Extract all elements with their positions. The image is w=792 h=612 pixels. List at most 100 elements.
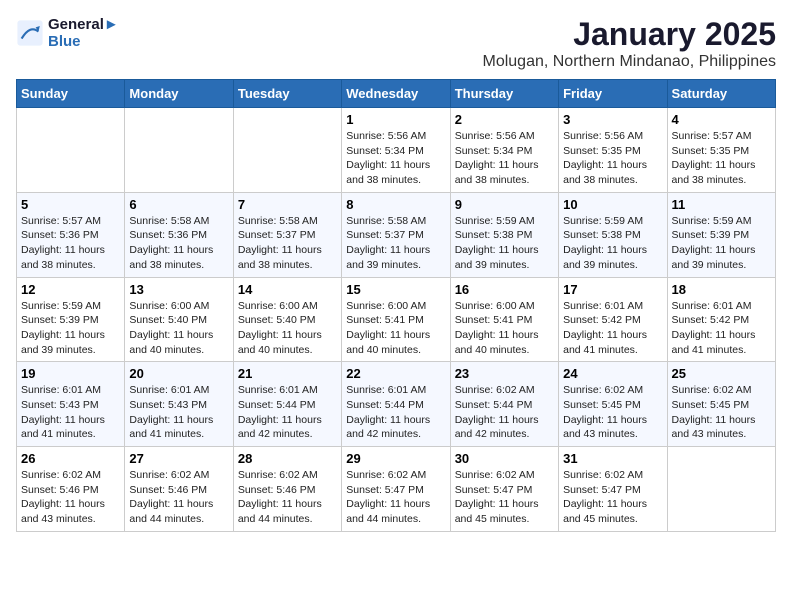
sunrise-info: Sunrise: 6:00 AM	[346, 299, 445, 314]
sunset-info: Sunset: 5:40 PM	[238, 313, 337, 328]
daylight-info: Daylight: 11 hours and 38 minutes.	[455, 158, 554, 187]
sunrise-info: Sunrise: 6:02 AM	[455, 383, 554, 398]
sunrise-info: Sunrise: 6:02 AM	[346, 468, 445, 483]
day-number: 22	[346, 366, 445, 381]
sunset-info: Sunset: 5:47 PM	[346, 483, 445, 498]
day-info: Sunrise: 5:59 AMSunset: 5:39 PMDaylight:…	[21, 299, 120, 358]
sunrise-info: Sunrise: 6:01 AM	[346, 383, 445, 398]
daylight-info: Daylight: 11 hours and 44 minutes.	[346, 497, 445, 526]
weekday-header-sunday: Sunday	[17, 80, 125, 108]
sunrise-info: Sunrise: 5:57 AM	[21, 214, 120, 229]
day-number: 17	[563, 282, 662, 297]
sunrise-info: Sunrise: 5:59 AM	[672, 214, 771, 229]
weekday-header-friday: Friday	[559, 80, 667, 108]
day-info: Sunrise: 6:01 AMSunset: 5:43 PMDaylight:…	[21, 383, 120, 442]
day-number: 12	[21, 282, 120, 297]
calendar-cell: 28Sunrise: 6:02 AMSunset: 5:46 PMDayligh…	[233, 447, 341, 532]
day-number: 11	[672, 197, 771, 212]
sunset-info: Sunset: 5:45 PM	[672, 398, 771, 413]
daylight-info: Daylight: 11 hours and 44 minutes.	[238, 497, 337, 526]
sunset-info: Sunset: 5:47 PM	[455, 483, 554, 498]
daylight-info: Daylight: 11 hours and 41 minutes.	[21, 413, 120, 442]
sunrise-info: Sunrise: 5:58 AM	[129, 214, 228, 229]
day-number: 26	[21, 451, 120, 466]
calendar-cell: 16 Sunrise: 6:00 AMSunset: 5:41 PMDayligh…	[450, 277, 558, 362]
calendar-cell: 12 Sunrise: 5:59 AMSunset: 5:39 PMDayligh…	[17, 277, 125, 362]
daylight-info: Daylight: 11 hours and 43 minutes.	[672, 413, 771, 442]
week-row-5: 26Sunrise: 6:02 AMSunset: 5:46 PMDayligh…	[17, 447, 776, 532]
sunrise-info: Sunrise: 6:01 AM	[129, 383, 228, 398]
day-number: 27	[129, 451, 228, 466]
daylight-info: Daylight: 11 hours and 38 minutes.	[21, 243, 120, 272]
daylight-info: Daylight: 11 hours and 43 minutes.	[563, 413, 662, 442]
day-number: 3	[563, 112, 662, 127]
sunrise-info: Sunrise: 6:02 AM	[21, 468, 120, 483]
calendar-cell	[125, 108, 233, 193]
daylight-info: Daylight: 11 hours and 42 minutes.	[238, 413, 337, 442]
day-info: Sunrise: 6:02 AMSunset: 5:47 PMDaylight:…	[455, 468, 554, 527]
sunrise-info: Sunrise: 6:01 AM	[21, 383, 120, 398]
daylight-info: Daylight: 11 hours and 41 minutes.	[129, 413, 228, 442]
week-row-4: 19Sunrise: 6:01 AMSunset: 5:43 PMDayligh…	[17, 362, 776, 447]
calendar-cell: 22Sunrise: 6:01 AMSunset: 5:44 PMDayligh…	[342, 362, 450, 447]
calendar-cell: 3Sunrise: 5:56 AMSunset: 5:35 PMDaylight…	[559, 108, 667, 193]
day-number: 1	[346, 112, 445, 127]
daylight-info: Daylight: 11 hours and 45 minutes.	[455, 497, 554, 526]
calendar-cell: 7 Sunrise: 5:58 AMSunset: 5:37 PMDaylight…	[233, 192, 341, 277]
calendar-cell: 20 Sunrise: 6:01 AMSunset: 5:43 PMDayligh…	[125, 362, 233, 447]
daylight-info: Daylight: 11 hours and 40 minutes.	[129, 328, 228, 357]
logo-text: General► Blue	[48, 16, 119, 50]
day-number: 7	[238, 197, 337, 212]
daylight-info: Daylight: 11 hours and 40 minutes.	[238, 328, 337, 357]
sunset-info: Sunset: 5:45 PM	[563, 398, 662, 413]
day-info: Sunrise: 5:56 AMSunset: 5:34 PMDaylight:…	[346, 129, 445, 188]
sunset-info: Sunset: 5:38 PM	[455, 228, 554, 243]
day-number: 31	[563, 451, 662, 466]
day-info: Sunrise: 6:02 AMSunset: 5:45 PMDaylight:…	[563, 383, 662, 442]
daylight-info: Daylight: 11 hours and 41 minutes.	[672, 328, 771, 357]
sunset-info: Sunset: 5:35 PM	[563, 144, 662, 159]
day-info: Sunrise: 5:57 AMSunset: 5:36 PMDaylight:…	[21, 214, 120, 273]
calendar-cell	[233, 108, 341, 193]
sunset-info: Sunset: 5:44 PM	[238, 398, 337, 413]
day-info: Sunrise: 5:58 AMSunset: 5:37 PMDaylight:…	[238, 214, 337, 273]
sunset-info: Sunset: 5:40 PM	[129, 313, 228, 328]
day-number: 16	[455, 282, 554, 297]
day-number: 20	[129, 366, 228, 381]
day-number: 14	[238, 282, 337, 297]
day-info: Sunrise: 6:01 AMSunset: 5:42 PMDaylight:…	[563, 299, 662, 358]
day-info: Sunrise: 5:59 AMSunset: 5:38 PMDaylight:…	[455, 214, 554, 273]
day-number: 9	[455, 197, 554, 212]
sunset-info: Sunset: 5:39 PM	[21, 313, 120, 328]
day-info: Sunrise: 6:00 AMSunset: 5:41 PMDaylight:…	[455, 299, 554, 358]
sunset-info: Sunset: 5:36 PM	[21, 228, 120, 243]
day-info: Sunrise: 6:01 AMSunset: 5:42 PMDaylight:…	[672, 299, 771, 358]
daylight-info: Daylight: 11 hours and 44 minutes.	[129, 497, 228, 526]
day-info: Sunrise: 6:02 AMSunset: 5:44 PMDaylight:…	[455, 383, 554, 442]
day-info: Sunrise: 6:01 AMSunset: 5:43 PMDaylight:…	[129, 383, 228, 442]
sunrise-info: Sunrise: 6:00 AM	[455, 299, 554, 314]
day-info: Sunrise: 5:58 AMSunset: 5:36 PMDaylight:…	[129, 214, 228, 273]
calendar-cell: 9 Sunrise: 5:59 AMSunset: 5:38 PMDaylight…	[450, 192, 558, 277]
calendar-cell: 27Sunrise: 6:02 AMSunset: 5:46 PMDayligh…	[125, 447, 233, 532]
sunset-info: Sunset: 5:43 PM	[21, 398, 120, 413]
day-number: 29	[346, 451, 445, 466]
daylight-info: Daylight: 11 hours and 38 minutes.	[563, 158, 662, 187]
daylight-info: Daylight: 11 hours and 38 minutes.	[672, 158, 771, 187]
day-number: 5	[21, 197, 120, 212]
calendar-cell: 17 Sunrise: 6:01 AMSunset: 5:42 PMDayligh…	[559, 277, 667, 362]
sunrise-info: Sunrise: 6:00 AM	[129, 299, 228, 314]
day-info: Sunrise: 6:00 AMSunset: 5:40 PMDaylight:…	[238, 299, 337, 358]
day-number: 30	[455, 451, 554, 466]
day-info: Sunrise: 6:02 AMSunset: 5:46 PMDaylight:…	[238, 468, 337, 527]
week-row-3: 12 Sunrise: 5:59 AMSunset: 5:39 PMDayligh…	[17, 277, 776, 362]
day-number: 8	[346, 197, 445, 212]
sunset-info: Sunset: 5:46 PM	[238, 483, 337, 498]
day-info: Sunrise: 5:58 AMSunset: 5:37 PMDaylight:…	[346, 214, 445, 273]
day-info: Sunrise: 6:01 AMSunset: 5:44 PMDaylight:…	[238, 383, 337, 442]
sunrise-info: Sunrise: 5:59 AM	[455, 214, 554, 229]
sunrise-info: Sunrise: 6:01 AM	[563, 299, 662, 314]
sunset-info: Sunset: 5:42 PM	[672, 313, 771, 328]
sunset-info: Sunset: 5:35 PM	[672, 144, 771, 159]
sunrise-info: Sunrise: 5:56 AM	[346, 129, 445, 144]
